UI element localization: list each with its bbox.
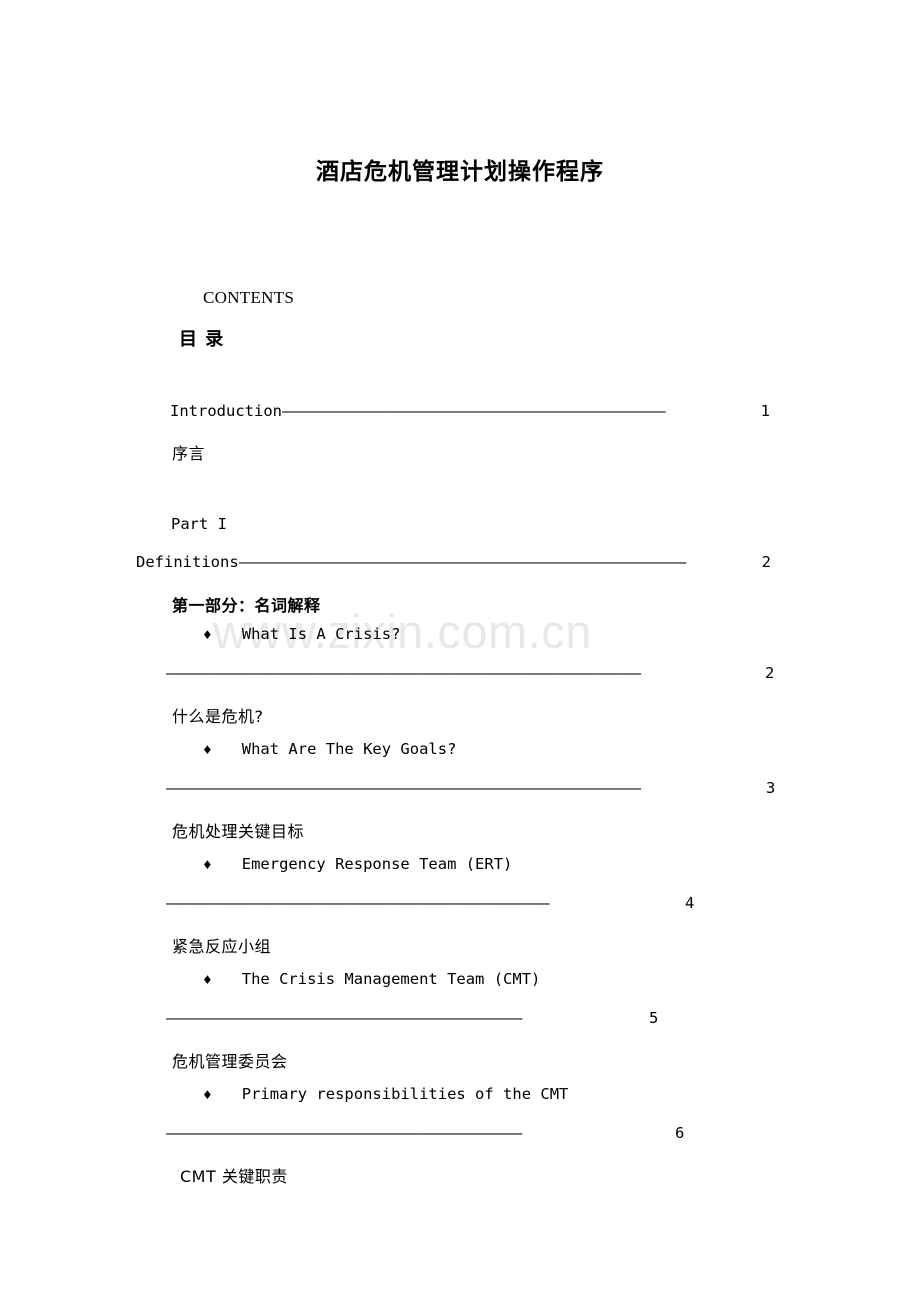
toc-leader-dashes: ——————————————————————————————————————— bbox=[166, 1124, 523, 1142]
toc-label-introduction: Introduction bbox=[170, 402, 282, 420]
toc-chinese-what-is-a-crisis: 什么是危机? bbox=[172, 707, 264, 726]
toc-leader-dashes: ——————————————————————————————————————— bbox=[166, 1009, 523, 1027]
toc-page-number: 3 bbox=[766, 779, 776, 797]
toc-label-what-is-a-crisis: What Is A Crisis? bbox=[241, 625, 401, 643]
page-title: 酒店危机管理计划操作程序 bbox=[316, 159, 604, 185]
toc-entry-ert[interactable]: ♦ Emergency Response Team (ERT) bbox=[202, 855, 512, 873]
toc-chinese-part1: 第一部分：名词解释 bbox=[172, 596, 321, 615]
toc-page-number: 5 bbox=[649, 1009, 659, 1027]
toc-leader-dashes: ————————————————————————————————————————… bbox=[166, 894, 550, 912]
toc-part-label: Part I bbox=[171, 515, 227, 533]
toc-entry-cmt[interactable]: ♦ The Crisis Management Team (CMT) bbox=[202, 970, 540, 988]
contents-heading-chinese: 目 录 bbox=[179, 329, 225, 350]
document-page: www.zixin.com.cn 酒店危机管理计划操作程序 CONTENTS 目… bbox=[0, 0, 920, 1302]
toc-chinese-key-goals: 危机处理关键目标 bbox=[172, 822, 305, 841]
diamond-bullet-icon: ♦ bbox=[202, 1088, 213, 1102]
toc-chinese-ert: 紧急反应小组 bbox=[172, 937, 272, 956]
toc-entry-key-goals[interactable]: ♦ What Are The Key Goals? bbox=[202, 740, 456, 758]
toc-label-definitions: Definitions bbox=[136, 553, 239, 571]
diamond-bullet-icon: ♦ bbox=[202, 628, 213, 642]
toc-page-number: 2 bbox=[761, 553, 771, 571]
toc-label-key-goals: What Are The Key Goals? bbox=[241, 740, 457, 758]
toc-page-number: 6 bbox=[675, 1124, 685, 1142]
diamond-bullet-icon: ♦ bbox=[202, 858, 213, 872]
toc-page-number: 2 bbox=[765, 664, 775, 682]
toc-label-cmt: The Crisis Management Team (CMT) bbox=[241, 970, 541, 988]
toc-leader-ert: ————————————————————————————————————————… bbox=[166, 894, 698, 912]
toc-page-number: 1 bbox=[760, 402, 770, 420]
toc-chinese-cmt-responsibilities: CMT 关键职责 bbox=[180, 1167, 288, 1186]
toc-leader-cmt: ——————————————————————————————————————— 5 bbox=[166, 1009, 662, 1027]
toc-leader-key-goals: ————————————————————————————————————————… bbox=[166, 779, 779, 797]
toc-chinese-introduction: 序言 bbox=[172, 444, 206, 463]
toc-leader-dashes: ————————————————————————————————————————… bbox=[166, 664, 641, 682]
toc-chinese-cmt: 危机管理委员会 bbox=[172, 1052, 288, 1071]
toc-leader-dashes: ————————————————————————————————————————… bbox=[166, 779, 641, 797]
toc-entry-cmt-responsibilities[interactable]: ♦ Primary responsibilities of the CMT bbox=[202, 1085, 568, 1103]
toc-leader-dashes: ————————————————————————————————————————… bbox=[281, 402, 666, 420]
toc-entry-definitions[interactable]: Definitions —————————————————————————————… bbox=[136, 553, 771, 571]
toc-leader-cmt-responsibilities: ——————————————————————————————————————— 6 bbox=[166, 1124, 688, 1142]
toc-label-cmt-responsibilities: Primary responsibilities of the CMT bbox=[241, 1085, 569, 1103]
contents-heading-english: CONTENTS bbox=[203, 288, 295, 307]
toc-page-number: 4 bbox=[685, 894, 695, 912]
diamond-bullet-icon: ♦ bbox=[202, 743, 213, 757]
toc-leader-what-is-a-crisis: ————————————————————————————————————————… bbox=[166, 664, 778, 682]
toc-entry-introduction[interactable]: Introduction ————————————————————————————… bbox=[170, 402, 770, 420]
toc-leader-dashes: ————————————————————————————————————————… bbox=[238, 553, 687, 571]
diamond-bullet-icon: ♦ bbox=[202, 973, 213, 987]
toc-label-ert: Emergency Response Team (ERT) bbox=[241, 855, 513, 873]
toc-entry-what-is-a-crisis[interactable]: ♦ What Is A Crisis? bbox=[202, 625, 400, 643]
